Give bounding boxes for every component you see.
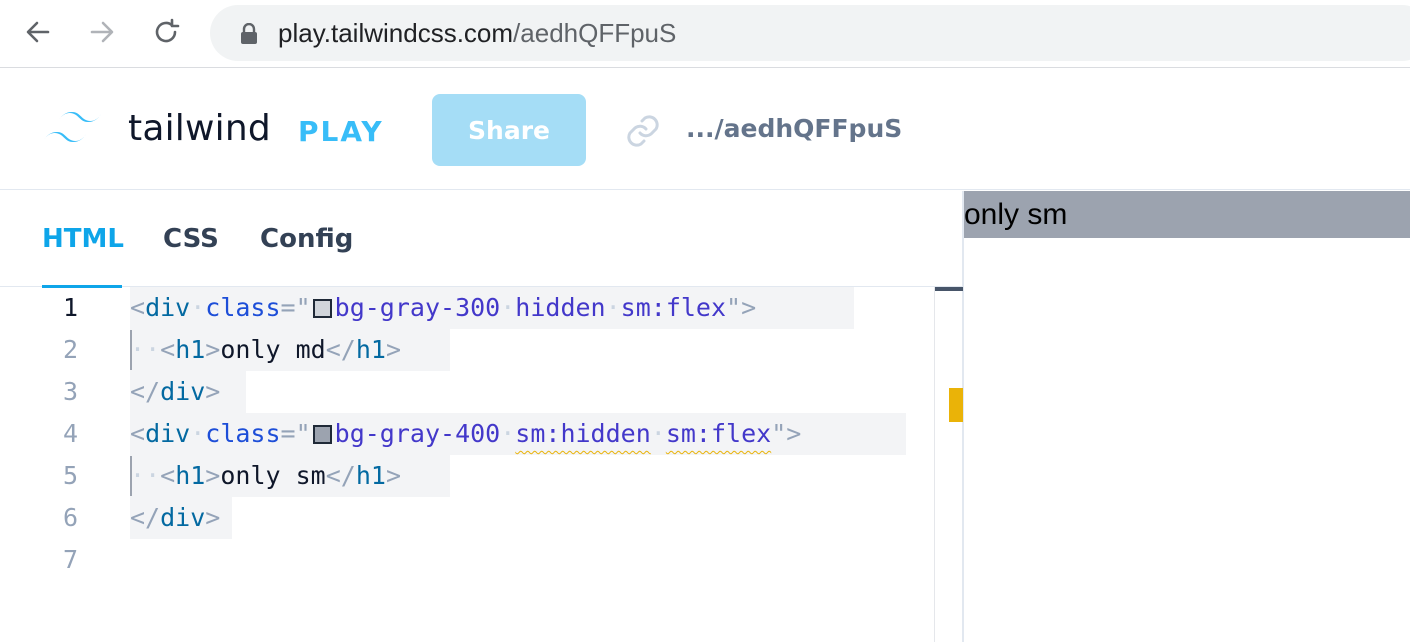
token: </ — [325, 335, 356, 364]
token: > — [741, 293, 757, 322]
token: · — [190, 419, 206, 448]
lint-warning[interactable]: sm:hidden — [515, 419, 650, 448]
token: > — [205, 377, 221, 406]
token: < — [130, 293, 146, 322]
code-line-3[interactable]: </div> — [130, 371, 220, 413]
line-number: 6 — [62, 503, 78, 532]
brand-name: tailwind — [128, 108, 271, 149]
reload-icon[interactable] — [150, 16, 182, 48]
token: > — [385, 335, 401, 364]
scroll-thumb[interactable] — [935, 287, 963, 291]
preview-pane: only sm — [964, 191, 1410, 642]
token: hidden — [515, 293, 606, 322]
share-url-text[interactable]: .../aedhQFFpuS — [686, 113, 902, 145]
token: · — [500, 293, 516, 322]
tab-config[interactable]: Config — [260, 221, 353, 257]
code-line-1[interactable]: <div·class=" bg-gray-300·hidden·sm:flex"> — [130, 287, 756, 329]
token: only md — [220, 335, 326, 364]
color-swatch[interactable] — [312, 299, 332, 318]
line-number: 4 — [62, 419, 78, 448]
link-icon — [622, 111, 664, 156]
url-path: /aedhQFFpuS — [513, 18, 677, 48]
line-number: 1 — [62, 293, 78, 322]
editor-tabs: HTML CSS Config — [0, 191, 962, 288]
token: h1 — [355, 335, 386, 364]
token: =" — [280, 293, 311, 322]
preview-heading: only sm — [964, 198, 1068, 231]
token: " — [726, 293, 742, 322]
arrow-left-icon[interactable] — [22, 16, 54, 48]
token: · — [500, 419, 516, 448]
tab-css[interactable]: CSS — [163, 221, 219, 257]
app-header: tailwind PLAY Share .../aedhQFFpuS — [0, 69, 1410, 190]
token: > — [205, 503, 221, 532]
code-line-4[interactable]: <div·class=" bg-gray-400·sm:hidden·sm:fle… — [130, 413, 801, 455]
url-host: play.tailwindcss.com — [278, 18, 514, 48]
token: </ — [130, 503, 161, 532]
code-line-6[interactable]: </div> — [130, 497, 220, 539]
token: div — [160, 503, 206, 532]
token: > — [385, 461, 401, 490]
color-swatch[interactable] — [312, 425, 332, 444]
token: sm:flex — [620, 293, 727, 322]
lock-icon[interactable] — [240, 22, 258, 50]
token: div — [160, 377, 206, 406]
token: · — [130, 335, 146, 364]
token: bg-gray-400 — [334, 419, 501, 448]
arrow-right-icon[interactable] — [86, 16, 118, 48]
editor-scrollbar[interactable] — [934, 287, 963, 642]
address-bar[interactable]: play.tailwindcss.com/aedhQFFpuS — [210, 5, 1410, 61]
line-number: 2 — [62, 335, 78, 364]
token: > — [786, 419, 802, 448]
line-number: 7 — [62, 545, 78, 574]
share-button[interactable]: Share — [432, 94, 586, 166]
browser-toolbar: play.tailwindcss.com/aedhQFFpuS — [0, 0, 1410, 68]
brand-suffix: PLAY — [298, 115, 384, 148]
token: class — [205, 419, 281, 448]
token: =" — [280, 419, 311, 448]
code-line-2[interactable]: ··<h1>only md</h1> — [130, 329, 401, 371]
token: · — [145, 335, 161, 364]
token: h1 — [175, 461, 206, 490]
token: · — [145, 461, 161, 490]
token: · — [650, 419, 666, 448]
token: div — [145, 293, 191, 322]
warning-marker[interactable] — [949, 388, 963, 422]
tailwind-logo-icon[interactable] — [42, 112, 108, 157]
token: > — [205, 461, 221, 490]
token: < — [160, 335, 176, 364]
token: bg-gray-300 — [334, 293, 501, 322]
token: < — [160, 461, 176, 490]
token: > — [205, 335, 221, 364]
code-editor[interactable]: 1 2 3 4 5 6 7 <div·class=" bg-gray-300·hi… — [0, 287, 934, 642]
token: < — [130, 419, 146, 448]
token: · — [605, 293, 621, 322]
url-text[interactable]: play.tailwindcss.com/aedhQFFpuS — [278, 18, 676, 48]
lint-warning[interactable]: sm:flex — [666, 419, 771, 448]
tab-html[interactable]: HTML — [42, 221, 124, 257]
token: h1 — [355, 461, 386, 490]
line-number: 3 — [62, 377, 78, 406]
token: </ — [130, 377, 161, 406]
token: " — [771, 419, 787, 448]
token: · — [130, 461, 146, 490]
code-line-5[interactable]: ··<h1>only sm</h1> — [130, 455, 401, 497]
line-number: 5 — [62, 461, 78, 490]
token: </ — [325, 461, 356, 490]
token: only sm — [220, 461, 326, 490]
token: h1 — [175, 335, 206, 364]
token: div — [145, 419, 191, 448]
token: class — [205, 293, 281, 322]
token: · — [190, 293, 206, 322]
